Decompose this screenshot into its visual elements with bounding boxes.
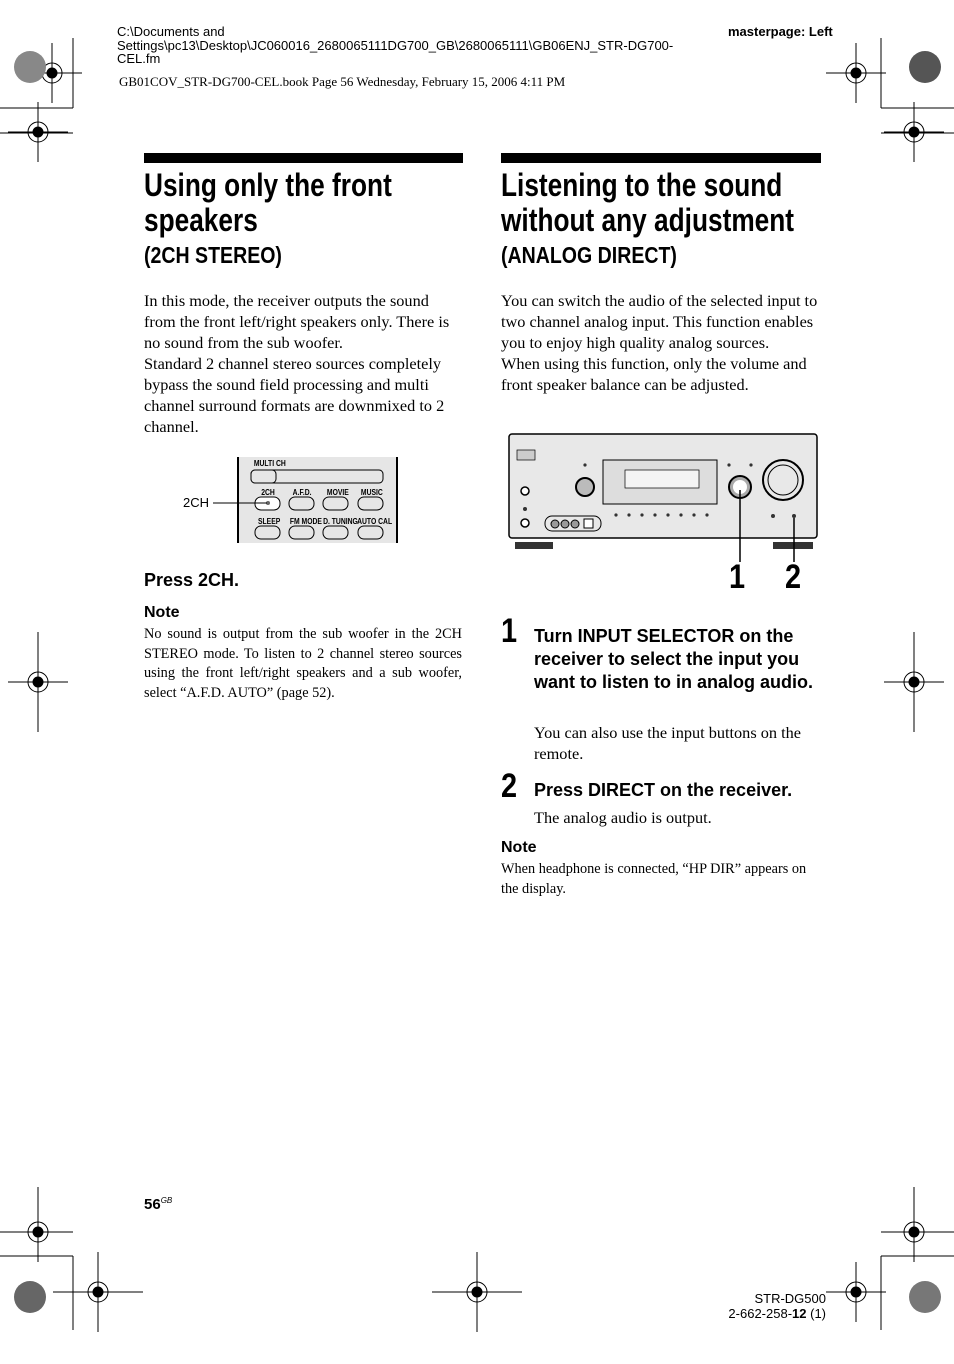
button-label: MUSIC [360,488,383,497]
figure-callout-1: 1 [729,558,746,596]
note-heading: Note [144,604,180,621]
button-label: A.F.D. [292,488,312,497]
button-label: SLEEP [257,517,281,526]
part-code: 2-662-258-12 (1) [700,1306,826,1321]
button-label: FM MODE [289,517,322,526]
masterpage-label: masterpage: Left [728,24,833,39]
file-path: C:\Documents and Settings\pc13\Desktop\J… [117,25,717,66]
path-line: Settings\pc13\Desktop\JC060016_268006511… [117,37,674,53]
button-label: MOVIE [326,488,349,497]
paragraph: When using this function, only the volum… [501,354,807,394]
page-suffix: GB [160,1196,173,1205]
page-title-right: Listening to the sound without any adjus… [501,168,794,238]
title-line: Listening to the sound [501,167,783,203]
step-number: 2 [501,767,518,805]
note-text: No sound is output from the sub woofer i… [144,626,462,701]
instruction-press-2ch: Press 2CH. [144,570,240,590]
button-label: 2CH [261,488,275,497]
figure-callout-2: 2 [785,558,802,596]
note-text: When headphone is connected, “HP DIR” ap… [501,861,807,897]
title-line: without any adjustment [501,202,795,238]
step-heading: Press DIRECT on the receiver. [534,780,793,800]
callout-2ch: 2CH [183,495,210,510]
page-number: 56GB [144,1196,172,1213]
book-info: GB01COV_STR-DG700-CEL.book Page 56 Wedne… [119,74,566,89]
receiver-illustration [508,433,818,562]
code-bold: 12 [792,1306,807,1321]
step-number: 1 [501,612,518,650]
paragraph: In this mode, the receiver outputs the s… [144,291,450,352]
model-number: STR-DG500 [754,1291,826,1306]
step-text: You can also use the input buttons on th… [534,723,801,763]
page-title-left: Using only the front speakers [144,168,392,238]
remote-illustration: 2CH MULTI CH 2CH A.F.D. MOVIE MUSIC SLEE… [183,457,403,543]
paragraph: Standard 2 channel stereo sources comple… [144,354,445,436]
model-info: STR-DG500 2-662-258-12 (1) [700,1291,826,1321]
step-heading: Turn INPUT SELECTOR on the receiver to s… [534,626,813,692]
intro-text-left: In this mode, the receiver outputs the s… [144,290,464,437]
title-bar [501,153,821,163]
button-label: D. TUNING [323,517,358,526]
paragraph: You can switch the audio of the selected… [501,291,818,352]
note-heading: Note [501,839,537,856]
subtitle-left: (2CH STEREO) [144,242,282,268]
title-line: Using only the front [144,167,392,203]
path-line: C:\Documents and [117,24,225,39]
page-number-value: 56 [144,1196,161,1213]
button-label: MULTI CH [253,459,286,468]
manual-page: C:\Documents and Settings\pc13\Desktop\J… [0,0,954,1364]
subtitle-right: (ANALOG DIRECT) [501,242,677,268]
step-text: The analog audio is output. [534,808,712,827]
code-prefix: 2-662-258- [728,1306,793,1321]
intro-text-right: You can switch the audio of the selected… [501,290,823,395]
code-suffix: (1) [806,1306,826,1321]
title-bar [144,153,463,163]
path-line: CEL.fm [117,51,161,66]
title-line: speakers [144,202,258,238]
button-label: AUTO CAL [357,517,393,526]
